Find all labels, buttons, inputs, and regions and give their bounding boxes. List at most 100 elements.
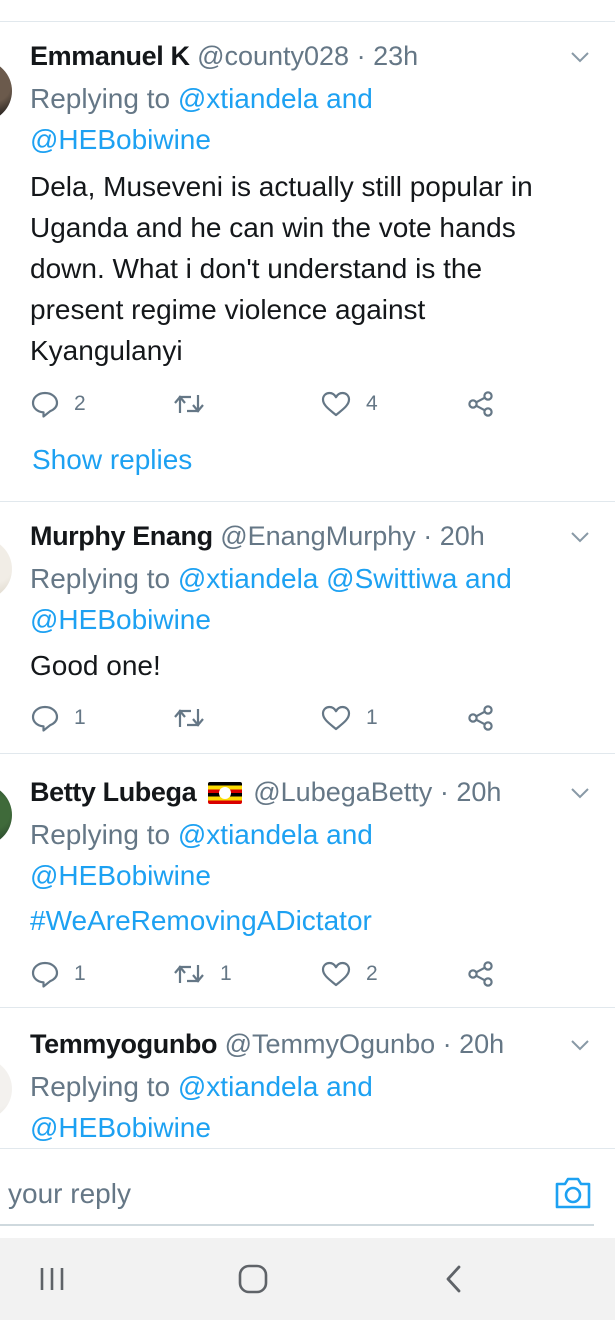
like-count: 2 — [366, 962, 378, 985]
mention-link[interactable]: @HEBobiwine — [30, 124, 211, 155]
mention-link[interactable]: @HEBobiwine — [30, 860, 211, 891]
replying-prefix: Replying to — [30, 563, 171, 594]
chevron-down-icon[interactable] — [569, 526, 591, 548]
like-button[interactable]: 2 — [320, 956, 378, 992]
reply-icon — [31, 705, 59, 732]
share-icon — [468, 705, 493, 731]
tweet-header: Temmyogunbo @TemmyOgunbo · 20h — [30, 1026, 575, 1062]
avatar[interactable] — [0, 1058, 12, 1120]
reply-button[interactable]: 1 — [30, 956, 86, 992]
back-icon — [446, 1265, 461, 1293]
separator-dot: · — [442, 1029, 452, 1059]
tweet-header: Emmanuel K @county028 · 23h — [30, 38, 575, 74]
separator-dot: · — [439, 777, 449, 807]
avatar[interactable] — [0, 60, 12, 122]
retweet-icon — [174, 395, 204, 413]
chevron-down-icon[interactable] — [569, 1034, 591, 1056]
mention-link[interactable]: @HEBobiwine — [30, 604, 211, 635]
reply-button[interactable]: 2 — [30, 386, 86, 422]
reply-input[interactable] — [8, 1174, 528, 1214]
author-handle[interactable]: @LubegaBetty — [253, 777, 432, 807]
author-name[interactable]: Emmanuel K — [30, 41, 190, 71]
timestamp: 20h — [456, 777, 502, 807]
replying-prefix: Replying to — [30, 1071, 171, 1102]
back-button[interactable] — [434, 1260, 474, 1298]
replying-to: Replying to @xtiandela and @HEBobiwine — [30, 814, 585, 896]
separator-dot: · — [356, 41, 366, 71]
uganda-flag-icon — [207, 782, 242, 804]
home-button[interactable] — [233, 1260, 273, 1298]
retweet-icon — [174, 709, 204, 727]
replying-to: Replying to @xtiandela @Swittiwa and @HE… — [30, 558, 585, 640]
like-count: 4 — [366, 392, 378, 415]
chevron-down-icon[interactable] — [569, 782, 591, 804]
reply-button[interactable]: 1 — [30, 700, 86, 736]
hashtag-link[interactable]: #WeAreRemovingADictator — [30, 900, 575, 941]
like-button[interactable]: 4 — [320, 386, 378, 422]
input-underline — [0, 1224, 594, 1226]
recent-apps-button[interactable] — [32, 1260, 72, 1298]
mention-link[interactable]: @xtiandela @Swittiwa and — [178, 563, 512, 594]
replying-to: Replying to @xtiandela and @HEBobiwine — [30, 1066, 585, 1148]
share-button[interactable] — [466, 700, 496, 736]
mention-link[interactable]: @xtiandela and — [178, 819, 373, 850]
mention-link[interactable]: @xtiandela and — [178, 83, 373, 114]
reply-icon — [31, 391, 59, 418]
heart-icon — [321, 961, 351, 987]
separator-dot: · — [423, 521, 433, 551]
tweet-actions: 2 4 — [30, 386, 530, 422]
home-icon — [238, 1264, 268, 1294]
share-icon — [468, 391, 493, 417]
system-navigation-bar — [0, 1238, 615, 1320]
author-name[interactable]: Murphy Enang — [30, 521, 213, 551]
reply-composer — [0, 1148, 615, 1238]
like-count: 1 — [366, 706, 378, 729]
like-button[interactable]: 1 — [320, 700, 378, 736]
replying-to: Replying to @xtiandela and @HEBobiwine — [30, 78, 585, 160]
reply-icon — [31, 961, 59, 988]
timestamp: 23h — [373, 41, 419, 71]
author-handle[interactable]: @EnangMurphy — [220, 521, 416, 551]
retweet-icon — [174, 965, 204, 983]
divider — [0, 1148, 615, 1149]
retweet-button[interactable] — [172, 386, 220, 422]
reply-count: 1 — [74, 962, 86, 985]
tweet-card[interactable]: Murphy Enang @EnangMurphy · 20h Replying… — [0, 502, 615, 754]
heart-icon — [321, 391, 351, 417]
tweet-text: Dela, Museveni is actually still popular… — [30, 171, 533, 366]
tweet-header: Murphy Enang @EnangMurphy · 20h — [30, 518, 575, 554]
chevron-down-icon[interactable] — [569, 46, 591, 68]
show-replies-link[interactable]: Show replies — [32, 440, 192, 480]
avatar[interactable] — [0, 784, 12, 846]
replying-prefix: Replying to — [30, 819, 171, 850]
share-button[interactable] — [466, 386, 496, 422]
author-name[interactable]: Betty Lubega — [30, 777, 197, 807]
tweet-actions: 1 1 2 — [30, 956, 530, 992]
mention-link[interactable]: @HEBobiwine — [30, 1112, 211, 1143]
tweet-card[interactable]: Betty Lubega @LubegaBetty · 20h Replying… — [0, 754, 615, 1008]
replying-prefix: Replying to — [30, 83, 171, 114]
tweet-header: Betty Lubega @LubegaBetty · 20h — [30, 774, 575, 810]
timestamp: 20h — [459, 1029, 505, 1059]
reply-count: 2 — [74, 392, 86, 415]
recent-apps-icon — [40, 1268, 64, 1290]
author-handle[interactable]: @TemmyOgunbo — [225, 1029, 436, 1059]
share-button[interactable] — [466, 956, 496, 992]
retweet-button[interactable] — [172, 700, 220, 736]
tweet-text: Good one! — [30, 650, 161, 681]
retweet-count: 1 — [220, 962, 232, 985]
avatar[interactable] — [0, 538, 12, 600]
reply-feed: Emmanuel K @county028 · 23h Replying to … — [0, 0, 615, 1148]
camera-icon[interactable] — [553, 1174, 593, 1212]
tweet-card[interactable]: Emmanuel K @county028 · 23h Replying to … — [0, 22, 615, 502]
mention-link[interactable]: @xtiandela and — [178, 1071, 373, 1102]
author-handle[interactable]: @county028 — [197, 41, 349, 71]
reply-count: 1 — [74, 706, 86, 729]
tweet-card[interactable]: Temmyogunbo @TemmyOgunbo · 20h Replying … — [0, 1008, 615, 1148]
retweet-button[interactable]: 1 — [172, 956, 232, 992]
author-name[interactable]: Temmyogunbo — [30, 1029, 217, 1059]
heart-icon — [321, 705, 351, 731]
timestamp: 20h — [439, 521, 485, 551]
share-icon — [468, 961, 493, 987]
tweet-actions: 1 1 — [30, 700, 530, 736]
